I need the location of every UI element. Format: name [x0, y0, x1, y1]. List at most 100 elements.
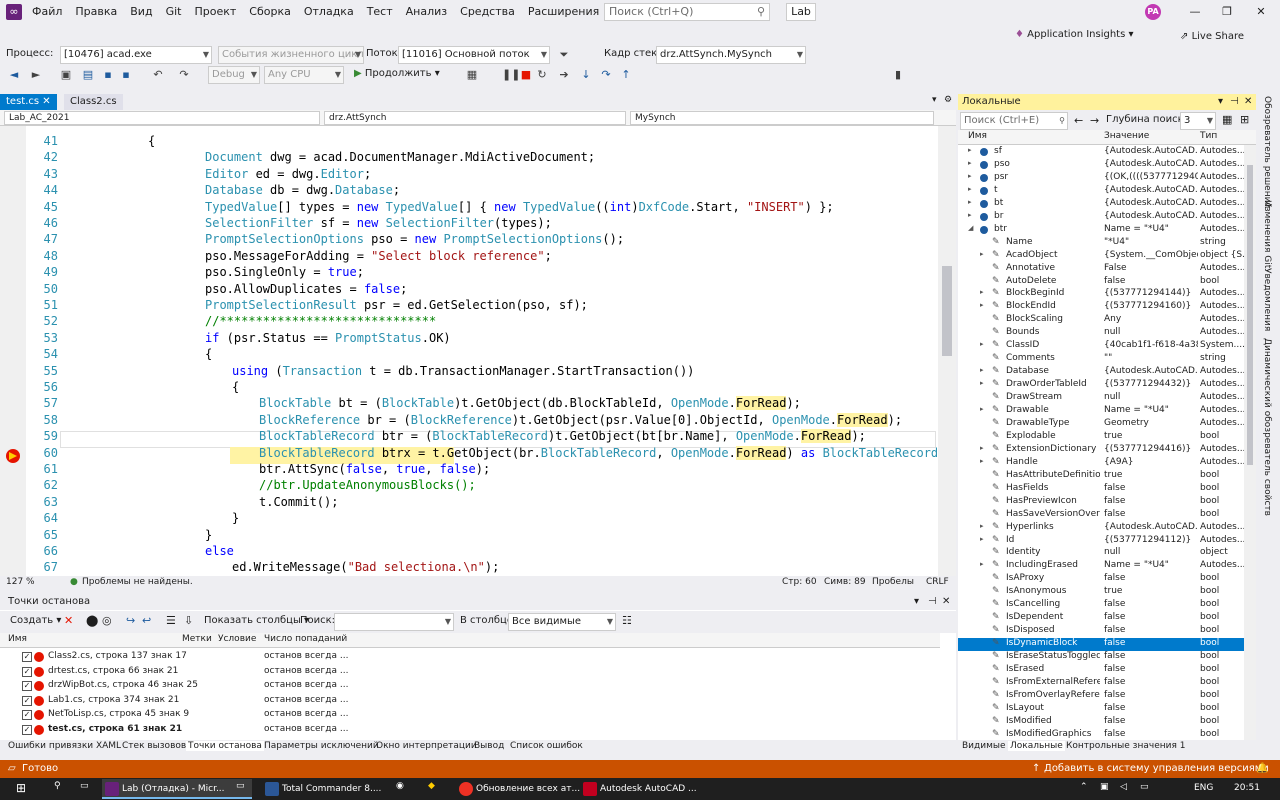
locals-row[interactable]: ▸ ✎ IncludingErased Name = "*U4" Autodes... [958, 560, 1244, 573]
bottom-tab[interactable]: Окно интерпретации [374, 741, 479, 751]
locals-row[interactable]: ▸ ✎ Database {Autodesk.AutoCAD.... Autodes..… [958, 366, 1244, 379]
menu-item[interactable]: Правка [75, 0, 117, 24]
step-over-icon[interactable]: ↷ [598, 67, 614, 83]
close-icon[interactable]: ✕ [942, 594, 950, 610]
tab-test-cs[interactable]: test.cs ✕ [0, 94, 57, 110]
redo-icon[interactable]: ↷ [176, 67, 192, 83]
zoom-level[interactable]: 127 % [6, 577, 35, 587]
forward-icon[interactable]: ► [28, 67, 44, 83]
back-icon[interactable]: ◄ [6, 67, 22, 83]
scrollbar-thumb[interactable] [942, 266, 952, 356]
avatar[interactable]: PA [1145, 4, 1161, 20]
breakpoint-checkbox[interactable]: ✓ [22, 724, 32, 735]
go-to-disassembly-icon[interactable]: ↩ [142, 614, 151, 627]
add-to-source-control[interactable]: Добавить в систему управления версиями [1044, 760, 1269, 778]
expand-icon[interactable]: ▸ [980, 535, 988, 543]
breakpoint-checkbox[interactable]: ✓ [22, 681, 32, 691]
step-out-icon[interactable]: ↑ [618, 67, 634, 83]
windows-start-icon[interactable]: ⊞ [16, 781, 26, 795]
tray-icon[interactable]: ⌃ [1080, 782, 1088, 792]
menu-item[interactable]: Анализ [406, 0, 448, 24]
side-tab[interactable]: Динамический обозреватель свойств [1262, 338, 1272, 516]
show-next-statement-icon[interactable]: ➔ [556, 67, 572, 83]
expand-icon[interactable]: ▸ [980, 379, 988, 387]
expand-icon[interactable]: ▸ [980, 340, 988, 348]
locals-row[interactable]: ✎ DrawableType Geometry Autodes... [958, 418, 1244, 431]
delete-icon[interactable]: ✕ [64, 614, 73, 627]
close-icon[interactable]: ✕ [1246, 2, 1276, 22]
locals-row[interactable]: ✎ Explodable true bool [958, 431, 1244, 444]
expand-icon[interactable]: ◢ [968, 224, 976, 232]
breakpoint-checkbox[interactable]: ✓ [22, 695, 32, 706]
locals-row[interactable]: ▸ t {Autodesk.AutoCAD.... Autodes... [958, 185, 1244, 198]
bottom-tab[interactable]: Параметры исключений [262, 741, 381, 751]
member-combo[interactable]: MySynch [630, 111, 934, 125]
disable-all-icon[interactable]: ◎ [102, 614, 112, 627]
process-combo[interactable]: [10476] acad.exe ▼ [60, 46, 212, 64]
expand-icon[interactable]: ▸ [968, 172, 976, 180]
pin-icon[interactable]: ⊣ [928, 594, 937, 610]
bottom-tab[interactable]: Точки останова [186, 741, 264, 751]
expand-icon[interactable]: ▸ [980, 457, 988, 465]
locals-row[interactable]: ✎ BlockScaling Any Autodes... [958, 314, 1244, 327]
taskbar-item-browser[interactable]: Обновление всех ат... [456, 779, 580, 799]
bottom-tab[interactable]: Стек вызовов [120, 741, 188, 751]
previous-icon[interactable]: ← [1074, 114, 1083, 127]
locals-scrollbar[interactable] [1244, 145, 1256, 740]
locals-row[interactable]: ▸ ✎ ExtensionDictionary {(537771294416)} Aut… [958, 444, 1244, 457]
maximize-icon[interactable]: ❐ [1212, 2, 1242, 22]
locals-row[interactable]: ✎ IsAProxy false bool [958, 573, 1244, 586]
expand-icon[interactable]: ▸ [980, 444, 988, 452]
locals-row[interactable]: ✎ DrawStream null Autodes... [958, 392, 1244, 405]
locals-row[interactable]: ✎ AutoDelete false bool [958, 276, 1244, 289]
app-icon[interactable]: ◉ [396, 781, 404, 791]
locals-row[interactable]: ✎ IsFromOverlayRefere... false bool [958, 690, 1244, 703]
minimize-icon[interactable]: — [1180, 2, 1210, 22]
menu-item[interactable]: Расширения [528, 0, 599, 24]
menu-item[interactable]: Git [166, 0, 182, 24]
breakpoint-row[interactable]: ✓ Lab1.cs, строка 374 знак 21 останов всег… [0, 694, 940, 708]
tab-class2-cs[interactable]: Class2.cs [64, 94, 123, 110]
in-column-combo[interactable]: Все видимые ▼ [508, 613, 616, 631]
thread-combo[interactable]: [11016] Основной поток ▼ [398, 46, 550, 64]
locals-search-input[interactable]: Поиск (Ctrl+E) ⚲ [960, 112, 1068, 130]
expand-icon[interactable]: ▸ [980, 522, 988, 530]
chevron-down-icon[interactable]: ▾ [1218, 94, 1223, 110]
locals-tab[interactable]: Локальные [1008, 741, 1065, 751]
expand-icon[interactable]: ▸ [980, 560, 988, 568]
locals-row[interactable]: ▸ ✎ ClassID {40cab1f1-f618-4a38...System...… [958, 340, 1244, 353]
expand-icon[interactable]: ▸ [968, 211, 976, 219]
locals-row[interactable]: ✎ IsModified false bool [958, 716, 1244, 729]
restart-icon[interactable]: ↻ [534, 67, 550, 83]
new-item-icon[interactable]: ▣ [58, 67, 74, 83]
create-button[interactable]: Создать ▾ [10, 615, 61, 626]
continue-button[interactable]: ▶ Продолжить ▾ [354, 68, 440, 79]
breakpoint-row[interactable]: ✓ Class2.cs, строка 137 знак 17 останов вс… [0, 650, 940, 664]
bookmark-icon[interactable]: ▮ [890, 67, 906, 83]
undo-icon[interactable]: ↶ [150, 67, 166, 83]
breakpoint-checkbox[interactable]: ✓ [22, 710, 32, 720]
breakpoint-checkbox[interactable]: ✓ [22, 652, 32, 662]
expand-icon[interactable]: ▸ [980, 405, 988, 413]
locals-row[interactable]: ▸ ✎ Id {(537771294112)} Autodes... [958, 535, 1244, 548]
project-combo[interactable]: Lab_AC_2021 [4, 111, 320, 125]
bottom-tab[interactable]: Список ошибок [508, 741, 585, 751]
expand-icon[interactable]: ▸ [968, 198, 976, 206]
side-tab[interactable]: Обозреватель решений [1262, 96, 1272, 208]
clear-search-icon[interactable]: ☷ [622, 614, 632, 627]
locals-row[interactable]: ▸ pso {Autodesk.AutoCAD.... Autodes... [958, 159, 1244, 172]
breakpoint-checkbox[interactable]: ✓ [22, 666, 32, 677]
locals-row[interactable]: ◢ btr Name = "*U4" Autodes... [958, 224, 1244, 237]
locals-row[interactable]: ✎ IsDynamicBlock false bool [958, 638, 1244, 652]
close-icon[interactable]: ✕ [42, 96, 50, 107]
window-icon[interactable]: ▭ [236, 781, 245, 791]
locals-row[interactable]: ✎ HasPreviewIcon false bool [958, 496, 1244, 509]
battery-icon[interactable]: ▭ [1140, 782, 1149, 792]
locals-row[interactable]: ▸ ✎ AcadObject {System.__ComObject}object {… [958, 250, 1244, 263]
stop-icon[interactable]: ■ [518, 67, 534, 83]
locals-row[interactable]: ✎ HasAttributeDefinitio... true bool [958, 470, 1244, 483]
import-icon[interactable]: ⇩ [184, 614, 193, 627]
open-icon[interactable]: ▤ [80, 67, 96, 83]
language-indicator[interactable]: ENG [1194, 783, 1213, 793]
platform-combo[interactable]: Any CPU ▼ [264, 66, 344, 84]
